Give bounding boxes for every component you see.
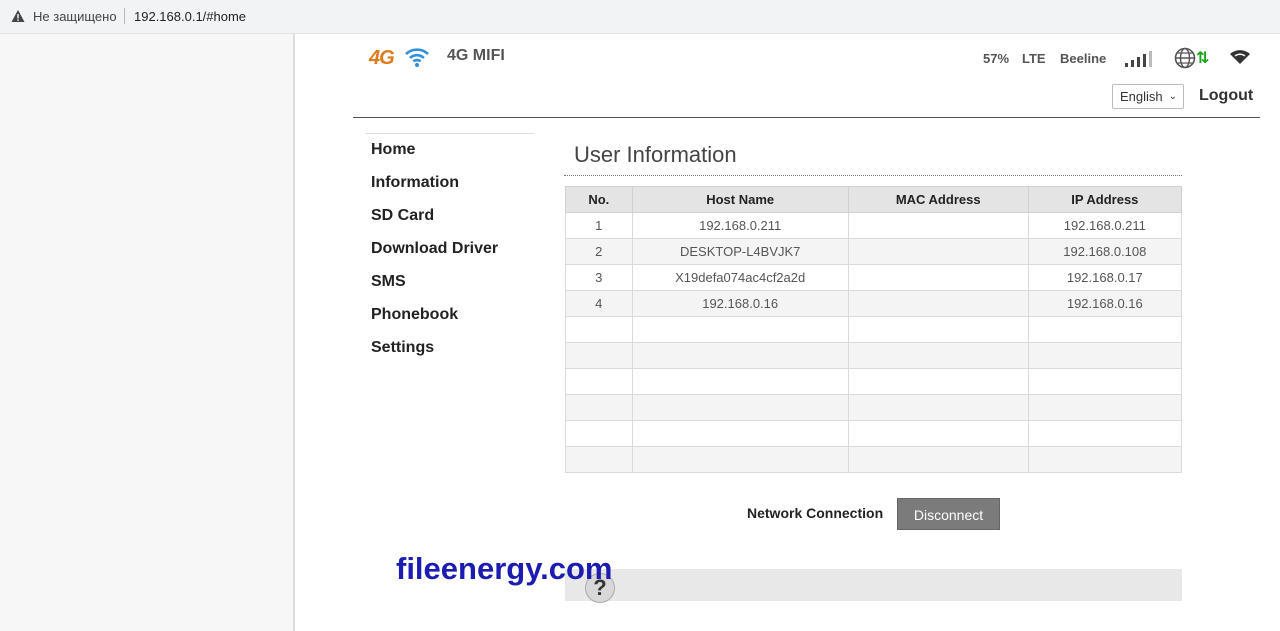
table-row: 4 192.168.0.16 192.168.0.16 [565,290,1183,317]
cell-ip-address [1027,342,1183,369]
product-name: 4G MIFI [447,47,505,64]
column-header-host-name: Host Name [631,186,849,213]
cell-ip-address: 192.168.0.211 [1027,212,1183,239]
cell-mac-address [847,368,1029,395]
page-title: User Information [574,142,737,167]
cell-mac-address [847,238,1029,265]
cell-no [565,342,633,369]
table-row [565,394,1183,421]
cell-host-name [631,394,849,421]
table-row [565,316,1183,343]
chevron-down-icon: ⌄ [1168,91,1177,102]
logo-4g: 4G [369,47,395,69]
table-row [565,420,1183,447]
cell-host-name [631,342,849,369]
cell-ip-address [1027,420,1183,447]
column-header-ip-address: IP Address [1027,186,1183,213]
help-bar [565,569,1182,601]
left-gutter [0,34,295,631]
network-connection-label: Network Connection [747,505,884,521]
cell-mac-address [847,212,1029,239]
user-table: No. Host Name MAC Address IP Address 1 1… [565,186,1183,473]
nav-item-settings[interactable]: Settings [371,339,498,372]
column-header-mac-address: MAC Address [847,186,1029,213]
language-selected: English [1120,89,1163,104]
cell-host-name: 192.168.0.211 [631,212,849,239]
cell-no [565,368,633,395]
table-header-row: No. Host Name MAC Address IP Address [565,186,1183,213]
cell-host-name: 192.168.0.16 [631,290,849,317]
browser-address-bar: Не защищено 192.168.0.1/#home [0,0,1280,34]
table-row: 3 X19defa074ac4cf2a2d 192.168.0.17 [565,264,1183,291]
cell-no: 3 [565,264,633,291]
nav-divider [365,133,534,134]
carrier-name: Beeline [1060,51,1107,66]
cell-no [565,394,633,421]
cell-ip-address [1027,316,1183,343]
table-row [565,368,1183,395]
title-divider [564,175,1182,176]
security-label[interactable]: Не защищено [33,9,117,24]
data-arrows-icon: ⇅ [1196,50,1210,67]
cell-ip-address [1027,368,1183,395]
cell-mac-address [847,420,1029,447]
address-separator [124,8,125,24]
cell-mac-address [847,446,1029,473]
cell-mac-address [847,264,1029,291]
table-row [565,446,1183,473]
logout-link[interactable]: Logout [1199,87,1253,105]
cell-host-name [631,316,849,343]
cell-host-name [631,446,849,473]
watermark: fileenergy.com [396,551,613,586]
nav-item-information[interactable]: Information [371,174,498,207]
cell-ip-address: 192.168.0.16 [1027,290,1183,317]
nav-item-phonebook[interactable]: Phonebook [371,306,498,339]
header-divider [353,117,1260,118]
column-header-no: No. [565,186,633,213]
disconnect-button[interactable]: Disconnect [897,498,1000,530]
cell-no [565,316,633,343]
cell-ip-address [1027,394,1183,421]
signal-bars-icon [1125,51,1152,67]
cell-no: 2 [565,238,633,265]
nav-item-download-driver[interactable]: Download Driver [371,240,498,273]
cell-ip-address: 192.168.0.108 [1027,238,1183,265]
cell-host-name: X19defa074ac4cf2a2d [631,264,849,291]
nav-item-home[interactable]: Home [371,141,498,174]
globe-icon [1174,47,1196,69]
cell-mac-address [847,316,1029,343]
cell-ip-address [1027,446,1183,473]
warning-icon [11,10,25,22]
cell-no [565,420,633,447]
battery-level: 57% [983,51,1010,66]
cell-mac-address [847,394,1029,421]
cell-no: 4 [565,290,633,317]
cell-ip-address: 192.168.0.17 [1027,264,1183,291]
wifi-status-icon [1230,50,1250,64]
cell-no [565,446,633,473]
cell-mac-address [847,290,1029,317]
nav-item-sms[interactable]: SMS [371,273,498,306]
sidebar-nav: Home Information SD Card Download Driver… [371,141,498,372]
cell-host-name [631,368,849,395]
cell-mac-address [847,342,1029,369]
nav-item-sd-card[interactable]: SD Card [371,207,498,240]
table-row: 2 DESKTOP-L4BVJK7 192.168.0.108 [565,238,1183,265]
url-text[interactable]: 192.168.0.1/#home [134,9,246,24]
table-row: 1 192.168.0.211 192.168.0.211 [565,212,1183,239]
table-row [565,342,1183,369]
cell-host-name [631,420,849,447]
network-type: LTE [1022,51,1046,66]
cell-host-name: DESKTOP-L4BVJK7 [631,238,849,265]
cell-no: 1 [565,212,633,239]
language-select[interactable]: English ⌄ [1112,84,1184,109]
wifi-logo-icon [405,48,429,67]
